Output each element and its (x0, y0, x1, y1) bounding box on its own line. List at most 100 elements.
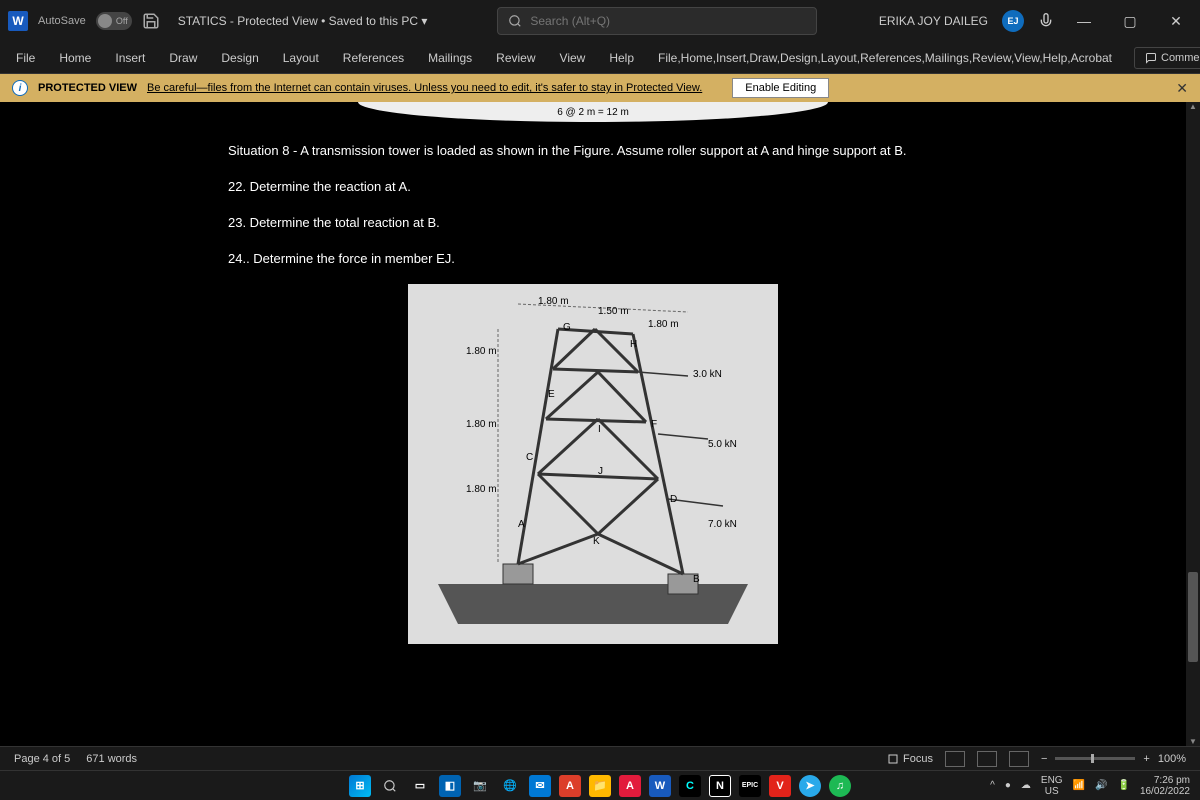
autosave-state: Off (116, 16, 128, 26)
info-icon: i (12, 80, 28, 96)
node-H: H (630, 339, 637, 350)
mail-icon[interactable]: ✉ (529, 775, 551, 797)
zoom-in[interactable]: + (1143, 753, 1149, 765)
titlebar: W AutoSave Off STATICS - Protected View … (0, 0, 1200, 42)
toggle-knob (98, 14, 112, 28)
tab-file[interactable]: File (14, 45, 37, 71)
tab-acrobat: File,Home,Insert,Draw,Design,Layout,Refe… (656, 45, 1114, 71)
tab-help[interactable]: Help (607, 45, 636, 71)
document-canvas[interactable]: 6 @ 2 m = 12 m Situation 8 - A transmiss… (0, 102, 1186, 760)
telegram-icon[interactable]: ➤ (799, 775, 821, 797)
wifi-icon[interactable]: 📶 (1073, 780, 1085, 791)
tab-review[interactable]: Review (494, 45, 537, 71)
word-count[interactable]: 671 words (86, 753, 137, 765)
figure-1-dimension: 6 @ 2 m = 12 m (557, 107, 629, 118)
page-indicator[interactable]: Page 4 of 5 (14, 753, 70, 765)
tray-cloud-icon[interactable]: ☁ (1021, 780, 1031, 791)
situation-text: Situation 8 - A transmission tower is lo… (228, 140, 928, 162)
language-indicator[interactable]: ENG US (1041, 775, 1063, 797)
minimize-button[interactable]: — (1068, 5, 1100, 37)
start-button[interactable]: ⊞ (349, 775, 371, 797)
tab-draw[interactable]: Draw (167, 45, 199, 71)
node-A: A (518, 519, 525, 530)
valorant-icon[interactable]: V (769, 775, 791, 797)
question-22: 22. Determine the reaction at A. (228, 176, 928, 198)
comment-icon (1145, 52, 1157, 64)
spotify-icon[interactable]: ♫ (829, 775, 851, 797)
volume-icon[interactable]: 🔊 (1095, 780, 1107, 791)
tab-mailings[interactable]: Mailings (426, 45, 474, 71)
dim-left-2: 1.80 m (466, 419, 497, 430)
web-layout-icon[interactable] (1009, 751, 1029, 767)
search-icon (508, 14, 522, 28)
close-button[interactable]: ✕ (1160, 5, 1192, 37)
node-G: G (563, 322, 571, 333)
epic-games-icon[interactable]: EPIC (739, 775, 761, 797)
zoom-out[interactable]: − (1041, 753, 1047, 765)
word-app-icon: W (8, 11, 28, 31)
system-tray: ^ ● ☁ ENG US 📶 🔊 🔋 7:26 pm 16/02/2022 (990, 775, 1190, 797)
comments-label: Comments (1161, 52, 1200, 64)
scroll-thumb[interactable] (1188, 572, 1198, 662)
tab-layout[interactable]: Layout (281, 45, 321, 71)
node-C: C (526, 452, 533, 463)
protected-view-bar: i PROTECTED VIEW Be careful—files from t… (0, 74, 1200, 102)
protected-view-message: Be careful—files from the Internet can c… (147, 82, 702, 94)
notion-icon[interactable]: N (709, 775, 731, 797)
enable-editing-button[interactable]: Enable Editing (732, 78, 829, 98)
figure-2-tower: 1.80 m 1.50 m 1.80 m 1.80 m 1.80 m 1.80 … (408, 284, 778, 644)
print-layout-icon[interactable] (977, 751, 997, 767)
zoom-level[interactable]: 100% (1158, 753, 1186, 765)
search-input[interactable] (530, 14, 806, 28)
dim-top-2: 1.50 m (598, 306, 629, 317)
tab-references[interactable]: References (341, 45, 406, 71)
read-mode-icon[interactable] (945, 751, 965, 767)
explorer-icon[interactable]: 📁 (589, 775, 611, 797)
vertical-scrollbar[interactable] (1186, 102, 1200, 746)
dim-top-3: 1.80 m (648, 319, 679, 330)
tab-design[interactable]: Design (219, 45, 260, 71)
battery-icon[interactable]: 🔋 (1117, 780, 1129, 791)
save-icon[interactable] (142, 12, 160, 30)
chrome-icon[interactable]: 🌐 (499, 775, 521, 797)
autosave-label: AutoSave (38, 15, 86, 27)
app-a-icon[interactable]: A (619, 775, 641, 797)
tab-home[interactable]: Home (57, 45, 93, 71)
ribbon-right: Comments Share (1134, 47, 1200, 69)
clock[interactable]: 7:26 pm 16/02/2022 (1140, 775, 1190, 797)
widgets-icon[interactable]: ◧ (439, 775, 461, 797)
tab-view[interactable]: View (558, 45, 588, 71)
protected-view-label: PROTECTED VIEW (38, 82, 137, 94)
user-avatar[interactable]: EJ (1002, 10, 1024, 32)
search-taskbar-icon[interactable] (379, 775, 401, 797)
tray-chevron-icon[interactable]: ^ (990, 780, 995, 791)
task-view-icon[interactable]: ▭ (409, 775, 431, 797)
statusbar: Page 4 of 5 671 words Focus − + 100% (0, 746, 1200, 770)
word-taskbar-icon[interactable]: W (649, 775, 671, 797)
zoom-slider[interactable] (1055, 757, 1135, 760)
app-c-icon[interactable]: C (679, 775, 701, 797)
close-protected-bar[interactable]: ✕ (1176, 80, 1188, 97)
load-2: 5.0 kN (708, 439, 737, 450)
comments-button[interactable]: Comments (1134, 47, 1200, 69)
tab-insert[interactable]: Insert (113, 45, 147, 71)
autosave-toggle[interactable]: Off (96, 12, 132, 30)
camera-icon[interactable]: 📷 (469, 775, 491, 797)
taskbar-apps: ⊞ ▭ ◧ 📷 🌐 ✉ A 📁 A W C N EPIC V ➤ ♫ (349, 775, 851, 797)
user-name: ERIKA JOY DAILEG (879, 14, 988, 28)
load-1: 3.0 kN (693, 369, 722, 380)
node-J: J (598, 466, 603, 477)
document-title[interactable]: STATICS - Protected View • Saved to this… (178, 14, 428, 28)
acrobat-icon[interactable]: A (559, 775, 581, 797)
document-text: Situation 8 - A transmission tower is lo… (228, 140, 928, 270)
mic-icon[interactable] (1038, 13, 1054, 29)
truss-diagram (408, 284, 778, 644)
load-3: 7.0 kN (708, 519, 737, 530)
focus-icon (887, 753, 899, 765)
search-box[interactable] (497, 7, 817, 35)
tray-app-icon[interactable]: ● (1005, 780, 1011, 791)
question-24: 24.. Determine the force in member EJ. (228, 248, 928, 270)
maximize-button[interactable]: ▢ (1114, 5, 1146, 37)
node-D: D (670, 494, 677, 505)
focus-mode-button[interactable]: Focus (887, 753, 933, 765)
